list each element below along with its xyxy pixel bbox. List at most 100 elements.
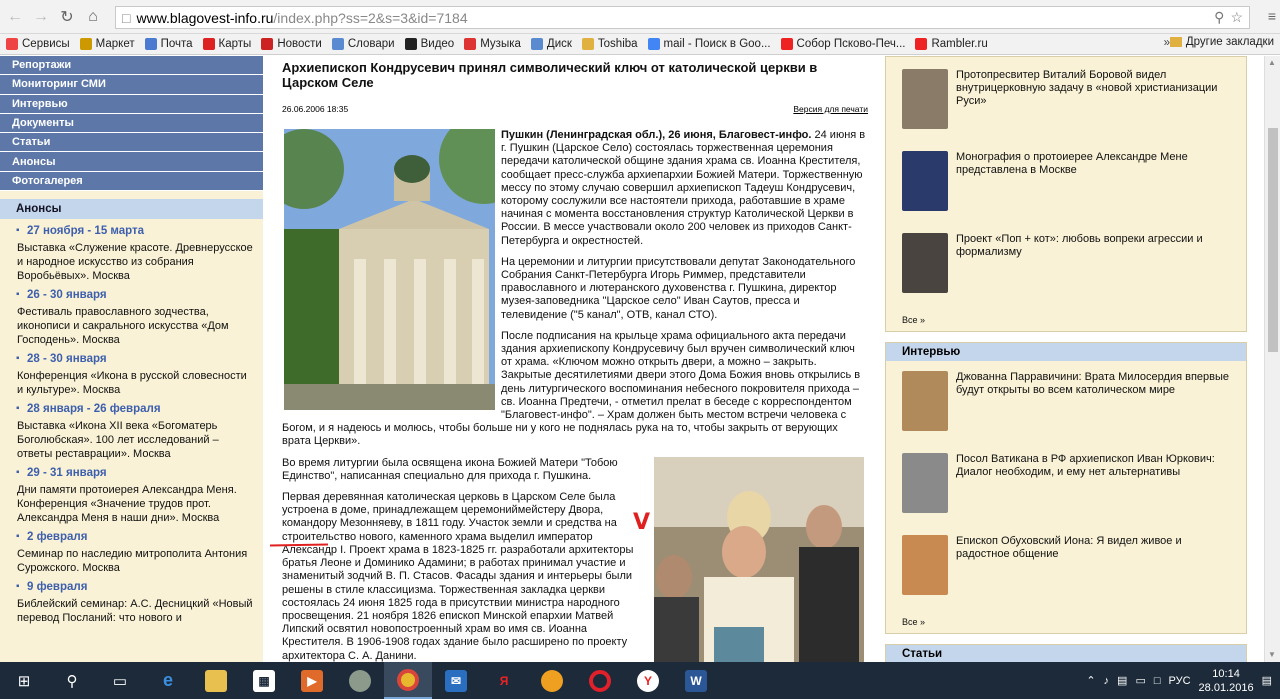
- left-menu-item[interactable]: Анонсы: [0, 152, 263, 172]
- announcement-desc[interactable]: Фестиваль православного зодчества, иконо…: [17, 305, 253, 347]
- media-icon[interactable]: ▶: [288, 662, 336, 699]
- news-item[interactable]: Проект «Поп + кот»: любовь вопреки агрес…: [902, 233, 1236, 293]
- bookmark-item[interactable]: Собор Псково-Печ...: [780, 38, 905, 50]
- announcement-date[interactable]: 29 - 31 января: [16, 467, 253, 479]
- keyboard-language[interactable]: РУС: [1169, 675, 1191, 687]
- reload-icon[interactable]: ↻: [56, 6, 78, 28]
- news-thumbnail[interactable]: [902, 535, 948, 595]
- news-title[interactable]: Посол Ватикана в РФ архиепископ Иван Юрк…: [956, 453, 1236, 513]
- bookmarks-bar: Сервисы Маркет Почта Карты Новости Словари Вид…: [0, 34, 1280, 55]
- chrome-icon[interactable]: [384, 662, 432, 699]
- bookmark-item[interactable]: Словари: [331, 38, 395, 50]
- message-icon[interactable]: □: [1154, 675, 1161, 687]
- other-bookmarks[interactable]: Другие закладки: [1169, 36, 1274, 48]
- left-menu-item[interactable]: Репортажи: [0, 56, 263, 76]
- news-title[interactable]: Протопресвитер Виталий Боровой видел вну…: [956, 69, 1236, 129]
- news-item[interactable]: Епископ Обуховский Иона: Я видел живое и…: [902, 535, 1236, 595]
- news-thumbnail[interactable]: [902, 371, 948, 431]
- news-thumbnail[interactable]: [902, 233, 948, 293]
- bookmark-item[interactable]: Rambler.ru: [915, 38, 988, 50]
- menu-icon[interactable]: ≡: [1268, 8, 1276, 24]
- battery-icon[interactable]: ▭: [1135, 674, 1145, 687]
- opera-icon[interactable]: [576, 662, 624, 699]
- scroll-down-icon[interactable]: ▼: [1268, 650, 1276, 659]
- all-link-1[interactable]: Все »: [902, 315, 1236, 325]
- announcement-desc[interactable]: Выставка «Служение красоте. Древнерусско…: [17, 241, 253, 283]
- address-bar[interactable]: □ www.blagovest-info.ru/index.php?ss=2&s…: [115, 6, 1250, 29]
- news-item[interactable]: Джованна Парравичини: Врата Милосердия в…: [902, 371, 1236, 431]
- news-item[interactable]: Монография о протоиерее Александре Мене …: [902, 151, 1236, 211]
- left-menu-item[interactable]: Статьи: [0, 133, 263, 153]
- bookmark-item[interactable]: Маркет: [79, 38, 135, 50]
- left-menu-item[interactable]: Интервью: [0, 94, 263, 114]
- bookmark-item[interactable]: Диск: [530, 38, 572, 50]
- home-icon[interactable]: ⌂: [82, 6, 104, 28]
- bookmark-label: Rambler.ru: [931, 38, 988, 50]
- announcement-desc[interactable]: Семинар по наследию митрополита Антония …: [17, 547, 253, 575]
- explorer-icon[interactable]: [192, 662, 240, 699]
- bookmark-item[interactable]: Toshiba: [581, 38, 638, 50]
- word-icon[interactable]: W: [672, 662, 720, 699]
- announcement-desc[interactable]: Конференция «Икона в русской словесности…: [17, 369, 253, 397]
- left-menu-item[interactable]: Документы: [0, 113, 263, 134]
- bookmark-item[interactable]: Почта: [144, 38, 193, 50]
- back-icon[interactable]: ←: [4, 6, 26, 28]
- left-menu-item[interactable]: Фотогалерея: [0, 171, 263, 192]
- scroll-up-icon[interactable]: ▲: [1268, 58, 1276, 67]
- news-title[interactable]: Монография о протоиерее Александре Мене …: [956, 151, 1236, 211]
- forward-icon[interactable]: →: [30, 6, 52, 28]
- announcement-desc[interactable]: Библейский семинар: А.С. Десницкий «Новы…: [17, 597, 253, 625]
- news-thumbnail[interactable]: [902, 151, 948, 211]
- video-icon: [404, 38, 417, 50]
- news-item[interactable]: Протопресвитер Виталий Боровой видел вну…: [902, 69, 1236, 129]
- news-title[interactable]: Джованна Парравичини: Врата Милосердия в…: [956, 371, 1236, 431]
- star-icon[interactable]: ☆: [1230, 9, 1243, 26]
- paint-icon[interactable]: [528, 662, 576, 699]
- chevron-up-icon[interactable]: ⌃: [1086, 674, 1095, 687]
- clock[interactable]: 10:14 28.01.2016: [1199, 667, 1254, 695]
- print-version-link[interactable]: Версия для печати: [793, 104, 868, 114]
- news-thumbnail[interactable]: [902, 69, 948, 129]
- outlook-icon[interactable]: ✉: [432, 662, 480, 699]
- other-bookmarks-label: Другие закладки: [1185, 36, 1274, 48]
- news-thumbnail[interactable]: [902, 453, 948, 513]
- announcement-date[interactable]: 28 - 30 января: [16, 353, 253, 365]
- search-icon[interactable]: ⚲: [48, 662, 96, 699]
- zoom-icon[interactable]: ⚲: [1214, 9, 1224, 26]
- announcement-date[interactable]: 2 февраля: [16, 531, 253, 543]
- circle-app-icon[interactable]: [336, 662, 384, 699]
- notifications-icon[interactable]: ▤: [1262, 674, 1272, 687]
- bookmark-item[interactable]: Музыка: [464, 38, 521, 50]
- bookmark-item[interactable]: Новости: [261, 38, 322, 50]
- left-menu-item[interactable]: Мониторинг СМИ: [0, 75, 263, 95]
- windows-start-icon[interactable]: ⊞: [0, 662, 48, 699]
- bookmark-label: Диск: [546, 38, 572, 50]
- volume-icon[interactable]: ♪: [1104, 675, 1110, 687]
- announcement-date[interactable]: 9 февраля: [16, 581, 253, 593]
- scrollbar[interactable]: ▲ ▼: [1264, 56, 1280, 662]
- store-icon[interactable]: ▦: [240, 662, 288, 699]
- task-view-icon[interactable]: ▭: [96, 662, 144, 699]
- news-item[interactable]: Посол Ватикана в РФ архиепископ Иван Юрк…: [902, 453, 1236, 513]
- announcement-desc[interactable]: Выставка «Икона XII века «Богоматерь Бог…: [17, 419, 253, 461]
- news-title[interactable]: Проект «Поп + кот»: любовь вопреки агрес…: [956, 233, 1236, 293]
- interview-heading: Интервью: [886, 343, 1246, 361]
- bookmark-item[interactable]: Сервисы: [6, 38, 70, 50]
- bookmark-item[interactable]: mail - Поиск в Goo...: [647, 38, 771, 50]
- yandex-browser-icon[interactable]: Y: [624, 662, 672, 699]
- announcement-desc[interactable]: Дни памяти протоиерея Александра Меня. К…: [17, 483, 253, 525]
- all-link-2[interactable]: Все »: [902, 617, 1236, 627]
- scroll-thumb[interactable]: [1268, 128, 1278, 352]
- announcement-date[interactable]: 27 ноября - 15 марта: [16, 225, 253, 237]
- announcement-date[interactable]: 26 - 30 января: [16, 289, 253, 301]
- yandex-icon[interactable]: Я: [480, 662, 528, 699]
- bookmark-label: Почта: [160, 38, 193, 50]
- news-title[interactable]: Епископ Обуховский Иона: Я видел живое и…: [956, 535, 1236, 595]
- bookmark-item[interactable]: Карты: [202, 38, 251, 50]
- bookmark-label: Сервисы: [22, 38, 70, 50]
- bookmark-item[interactable]: Видео: [404, 38, 454, 50]
- edge-icon[interactable]: e: [144, 662, 192, 699]
- news-box: Протопресвитер Виталий Боровой видел вну…: [885, 56, 1247, 332]
- announcement-date[interactable]: 28 января - 26 февраля: [16, 403, 253, 415]
- network-icon[interactable]: ▤: [1117, 674, 1127, 687]
